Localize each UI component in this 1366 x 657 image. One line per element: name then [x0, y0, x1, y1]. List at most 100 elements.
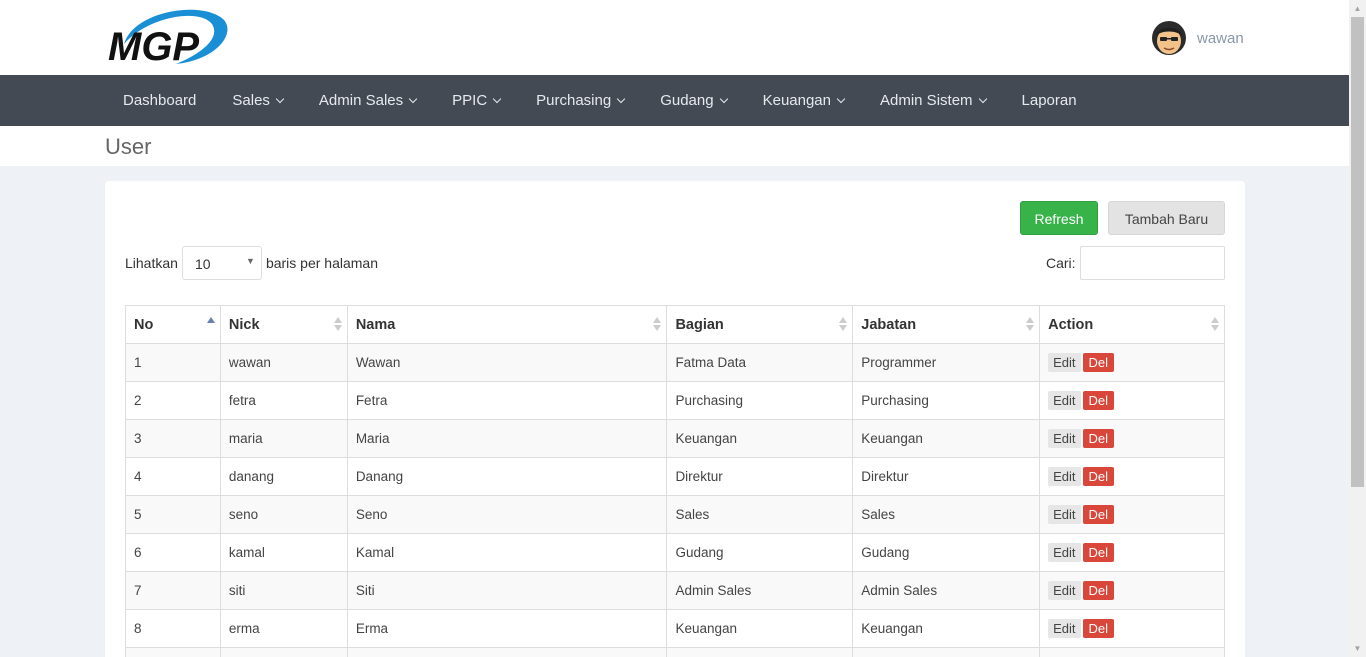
- table-row: 3 maria Maria Keuangan Keuangan Edit Del: [125, 419, 1225, 458]
- cell-jabatan: Admin Sales: [852, 571, 1041, 610]
- sort-icon: [653, 317, 662, 333]
- cell-nick: maria: [219, 419, 348, 458]
- edit-button[interactable]: Edit: [1048, 353, 1081, 372]
- add-new-button[interactable]: Tambah Baru: [1108, 201, 1225, 235]
- refresh-button[interactable]: Refresh: [1020, 201, 1098, 235]
- nav-item-label: Laporan: [1021, 92, 1077, 109]
- nav-item-laporan[interactable]: Laporan: [1004, 75, 1095, 126]
- nav-item-sales[interactable]: Sales: [214, 75, 301, 126]
- edit-button[interactable]: Edit: [1048, 467, 1081, 486]
- delete-button[interactable]: Del: [1082, 429, 1115, 448]
- cell-nick: erma: [219, 609, 348, 648]
- edit-button[interactable]: Edit: [1048, 429, 1081, 448]
- chevron-down-icon: [492, 94, 502, 103]
- nav-item-keuangan[interactable]: Keuangan: [745, 75, 862, 126]
- nav-item-admin-sales[interactable]: Admin Sales: [301, 75, 434, 126]
- column-header-bagian[interactable]: Bagian: [666, 305, 854, 344]
- username-label[interactable]: wawan: [1197, 30, 1244, 47]
- page-title-bar: User: [0, 126, 1349, 166]
- nav-item-label: Admin Sales: [318, 92, 404, 109]
- delete-button[interactable]: Del: [1082, 581, 1115, 600]
- table-row: 2 fetra Fetra Purchasing Purchasing Edit Del: [125, 381, 1225, 420]
- delete-button[interactable]: Del: [1082, 391, 1115, 410]
- cell-no: 3: [125, 419, 221, 458]
- cell-action: EditDel: [1039, 571, 1225, 610]
- scroll-down-icon[interactable]: ▼: [1349, 640, 1366, 657]
- cell-nama: Kamal: [346, 533, 668, 572]
- cell-jabatan: Keuangan: [852, 609, 1041, 648]
- cell-jabatan: Purchasing: [852, 381, 1041, 420]
- chevron-down-icon: [978, 94, 987, 103]
- cell-nama: [346, 647, 668, 657]
- delete-button[interactable]: Del: [1082, 353, 1115, 372]
- column-header-action[interactable]: Action: [1039, 305, 1225, 344]
- logo-text: MGP: [108, 25, 199, 68]
- company-logo[interactable]: MGP: [104, 4, 230, 69]
- scroll-up-icon[interactable]: ▲: [1349, 0, 1366, 17]
- user-menu[interactable]: wawan: [1151, 18, 1244, 58]
- cell-nama: Seno: [346, 495, 668, 534]
- chevron-down-icon: [616, 94, 626, 103]
- table-row: 1 wawan Wawan Fatma Data Programmer Edit Del: [125, 343, 1225, 382]
- edit-button[interactable]: Edit: [1048, 391, 1081, 410]
- cell-nick: wawan: [219, 343, 348, 382]
- page-scrollbar[interactable]: ▲ ▼: [1349, 0, 1366, 657]
- sort-icon: [1211, 317, 1219, 333]
- cell-action: EditDel: [1039, 495, 1225, 534]
- cell-bagian: Purchasing: [666, 381, 854, 420]
- cell-action: EditDel: [1039, 343, 1225, 382]
- cell-bagian: Gudang: [666, 533, 854, 572]
- delete-button[interactable]: Del: [1082, 543, 1115, 562]
- cell-no: 7: [125, 571, 221, 610]
- sort-icon: [333, 317, 342, 333]
- column-header-jabatan[interactable]: Jabatan: [852, 305, 1041, 344]
- length-suffix-label: baris per halaman: [265, 255, 378, 271]
- column-header-label: Action: [1048, 316, 1094, 333]
- cell-bagian: Sales: [666, 495, 854, 534]
- nav-item-label: PPIC: [452, 92, 488, 109]
- cell-no: 8: [125, 609, 221, 648]
- sort-icon: [839, 317, 848, 333]
- search-input[interactable]: [1079, 246, 1225, 280]
- cell-jabatan: Programmer: [852, 343, 1041, 382]
- delete-button[interactable]: Del: [1082, 505, 1115, 524]
- cell-nama: Erma: [346, 609, 668, 648]
- cell-jabatan: [852, 647, 1041, 657]
- table-row: 8 erma Erma Keuangan Keuangan Edit Del: [125, 609, 1225, 648]
- page-length-select[interactable]: 10 ▼: [181, 246, 262, 280]
- nav-item-ppic[interactable]: PPIC: [434, 75, 518, 126]
- chevron-down-icon: [408, 94, 418, 103]
- column-header-nick[interactable]: Nick: [219, 305, 348, 344]
- nav-item-gudang[interactable]: Gudang: [642, 75, 744, 126]
- cell-nick: siti: [219, 571, 348, 610]
- cell-nick: danang: [219, 457, 348, 496]
- table-row: 9 EditDel: [125, 647, 1225, 657]
- table-row: 6 kamal Kamal Gudang Gudang Edit Del: [125, 533, 1225, 572]
- cell-nick: [219, 647, 348, 657]
- cell-nama: Maria: [346, 419, 668, 458]
- edit-button[interactable]: Edit: [1048, 505, 1081, 524]
- cell-action: EditDel: [1039, 457, 1225, 496]
- column-header-label: Nick: [228, 316, 260, 333]
- cell-bagian: Keuangan: [666, 609, 854, 648]
- delete-button[interactable]: Del: [1082, 467, 1115, 486]
- column-header-no[interactable]: No: [125, 305, 221, 344]
- edit-button[interactable]: Edit: [1048, 581, 1081, 600]
- cell-bagian: Keuangan: [666, 419, 854, 458]
- nav-item-label: Dashboard: [123, 92, 197, 109]
- dropdown-arrow-icon: ▼: [246, 256, 255, 266]
- cell-bagian: Admin Sales: [666, 571, 854, 610]
- main-navbar: Dashboard Sales Admin Sales PPIC Purchasing G…: [0, 75, 1349, 126]
- scroll-thumb[interactable]: [1351, 17, 1364, 487]
- chevron-down-icon: [836, 94, 846, 103]
- column-header-nama[interactable]: Nama: [346, 305, 668, 344]
- column-header-label: Jabatan: [861, 316, 917, 333]
- edit-button[interactable]: Edit: [1048, 619, 1081, 638]
- table-row: 4 danang Danang Direktur Direktur Edit Del: [125, 457, 1225, 496]
- delete-button[interactable]: Del: [1082, 619, 1115, 638]
- nav-item-purchasing[interactable]: Purchasing: [518, 75, 642, 126]
- nav-item-dashboard[interactable]: Dashboard: [105, 75, 214, 126]
- edit-button[interactable]: Edit: [1048, 543, 1081, 562]
- nav-item-admin-sistem[interactable]: Admin Sistem: [862, 75, 1004, 126]
- top-header: MGP wawan: [0, 0, 1349, 75]
